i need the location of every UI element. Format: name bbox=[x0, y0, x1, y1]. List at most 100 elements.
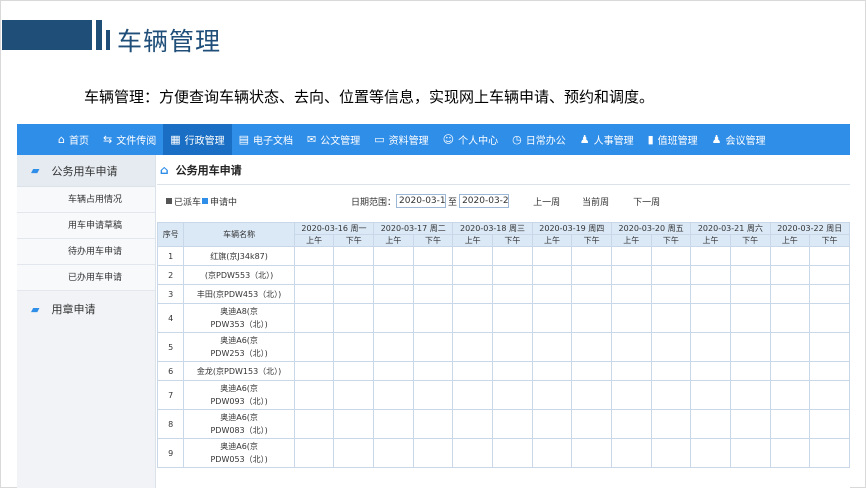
schedule-cell[interactable] bbox=[650, 284, 692, 304]
schedule-cell[interactable] bbox=[571, 265, 612, 285]
schedule-cell[interactable] bbox=[769, 361, 811, 381]
schedule-cell[interactable] bbox=[769, 284, 811, 304]
schedule-cell[interactable] bbox=[610, 284, 652, 304]
schedule-cell[interactable] bbox=[452, 284, 494, 304]
schedule-cell[interactable] bbox=[412, 332, 454, 362]
start-date-input[interactable] bbox=[396, 194, 447, 208]
schedule-cell[interactable] bbox=[333, 380, 375, 410]
schedule-cell[interactable] bbox=[610, 265, 652, 285]
schedule-cell[interactable] bbox=[333, 246, 375, 266]
schedule-cell[interactable] bbox=[452, 409, 494, 439]
schedule-cell[interactable] bbox=[729, 246, 771, 266]
schedule-cell[interactable] bbox=[690, 409, 731, 439]
nav-item-home[interactable]: ⌂ 首页 bbox=[51, 124, 96, 155]
schedule-cell[interactable] bbox=[610, 332, 652, 362]
schedule-cell[interactable] bbox=[571, 409, 612, 439]
schedule-cell[interactable] bbox=[610, 409, 652, 439]
schedule-cell[interactable] bbox=[452, 265, 494, 285]
schedule-cell[interactable] bbox=[373, 438, 414, 468]
schedule-cell[interactable] bbox=[293, 332, 335, 362]
schedule-cell[interactable] bbox=[373, 332, 414, 362]
sidebar-item-draft[interactable]: 用车申请草稿 bbox=[17, 213, 155, 239]
schedule-cell[interactable] bbox=[650, 303, 692, 333]
schedule-cell[interactable] bbox=[650, 246, 692, 266]
schedule-cell[interactable] bbox=[769, 332, 811, 362]
schedule-cell[interactable] bbox=[333, 438, 375, 468]
schedule-cell[interactable] bbox=[452, 332, 494, 362]
schedule-cell[interactable] bbox=[333, 303, 375, 333]
schedule-cell[interactable] bbox=[412, 380, 454, 410]
schedule-cell[interactable] bbox=[729, 361, 771, 381]
schedule-cell[interactable] bbox=[809, 265, 850, 285]
sidebar-item-pending[interactable]: 待办用车申请 bbox=[17, 239, 155, 265]
schedule-cell[interactable] bbox=[293, 438, 335, 468]
schedule-cell[interactable] bbox=[729, 265, 771, 285]
schedule-cell[interactable] bbox=[293, 284, 335, 304]
schedule-cell[interactable] bbox=[373, 303, 414, 333]
schedule-cell[interactable] bbox=[650, 438, 692, 468]
prev-week-link[interactable]: 上一周 bbox=[533, 195, 560, 208]
nav-item-document[interactable]: ▤ 电子文档 bbox=[232, 124, 300, 155]
schedule-cell[interactable] bbox=[293, 409, 335, 439]
schedule-cell[interactable] bbox=[690, 438, 731, 468]
schedule-cell[interactable] bbox=[769, 380, 811, 410]
sidebar-group-seal[interactable]: ▰ 用章申请 bbox=[17, 293, 155, 325]
schedule-cell[interactable] bbox=[412, 284, 454, 304]
schedule-cell[interactable] bbox=[531, 361, 573, 381]
schedule-cell[interactable] bbox=[412, 361, 454, 381]
schedule-cell[interactable] bbox=[729, 380, 771, 410]
current-week-link[interactable]: 当前周 bbox=[582, 195, 609, 208]
schedule-cell[interactable] bbox=[769, 409, 811, 439]
schedule-cell[interactable] bbox=[610, 361, 652, 381]
schedule-cell[interactable] bbox=[809, 284, 850, 304]
schedule-cell[interactable] bbox=[729, 303, 771, 333]
schedule-cell[interactable] bbox=[492, 438, 533, 468]
schedule-cell[interactable] bbox=[650, 380, 692, 410]
end-date-input[interactable] bbox=[459, 194, 510, 208]
schedule-cell[interactable] bbox=[531, 438, 573, 468]
schedule-cell[interactable] bbox=[729, 332, 771, 362]
schedule-cell[interactable] bbox=[412, 303, 454, 333]
schedule-cell[interactable] bbox=[729, 409, 771, 439]
schedule-cell[interactable] bbox=[531, 265, 573, 285]
schedule-cell[interactable] bbox=[492, 332, 533, 362]
schedule-cell[interactable] bbox=[571, 303, 612, 333]
schedule-cell[interactable] bbox=[610, 303, 652, 333]
schedule-cell[interactable] bbox=[809, 380, 850, 410]
schedule-cell[interactable] bbox=[452, 246, 494, 266]
schedule-cell[interactable] bbox=[373, 409, 414, 439]
nav-item-official-doc[interactable]: ✉ 公文管理 bbox=[300, 124, 367, 155]
schedule-cell[interactable] bbox=[333, 332, 375, 362]
schedule-cell[interactable] bbox=[769, 246, 811, 266]
schedule-cell[interactable] bbox=[571, 361, 612, 381]
schedule-cell[interactable] bbox=[690, 332, 731, 362]
schedule-cell[interactable] bbox=[531, 303, 573, 333]
schedule-cell[interactable] bbox=[690, 380, 731, 410]
nav-item-clock[interactable]: ◷ 日常办公 bbox=[505, 124, 573, 155]
schedule-cell[interactable] bbox=[690, 361, 731, 381]
schedule-cell[interactable] bbox=[690, 284, 731, 304]
schedule-cell[interactable] bbox=[769, 303, 811, 333]
schedule-cell[interactable] bbox=[412, 265, 454, 285]
schedule-cell[interactable] bbox=[373, 361, 414, 381]
schedule-cell[interactable] bbox=[293, 265, 335, 285]
schedule-cell[interactable] bbox=[531, 284, 573, 304]
sidebar-item-vehicle-occupancy[interactable]: 车辆占用情况 bbox=[17, 187, 155, 213]
schedule-cell[interactable] bbox=[373, 265, 414, 285]
schedule-cell[interactable] bbox=[690, 246, 731, 266]
sidebar-group-vehicle[interactable]: ▰ 公务用车申请 bbox=[17, 155, 155, 187]
schedule-cell[interactable] bbox=[452, 303, 494, 333]
schedule-cell[interactable] bbox=[769, 265, 811, 285]
schedule-cell[interactable] bbox=[809, 361, 850, 381]
schedule-cell[interactable] bbox=[333, 284, 375, 304]
schedule-cell[interactable] bbox=[531, 246, 573, 266]
schedule-cell[interactable] bbox=[452, 438, 494, 468]
schedule-cell[interactable] bbox=[690, 303, 731, 333]
nav-item-file-transfer[interactable]: ⇆ 文件传阅 bbox=[96, 124, 163, 155]
schedule-cell[interactable] bbox=[650, 361, 692, 381]
schedule-cell[interactable] bbox=[531, 380, 573, 410]
schedule-cell[interactable] bbox=[729, 284, 771, 304]
schedule-cell[interactable] bbox=[492, 246, 533, 266]
schedule-cell[interactable] bbox=[571, 332, 612, 362]
nav-item-duty[interactable]: ▮ 值班管理 bbox=[641, 124, 705, 155]
